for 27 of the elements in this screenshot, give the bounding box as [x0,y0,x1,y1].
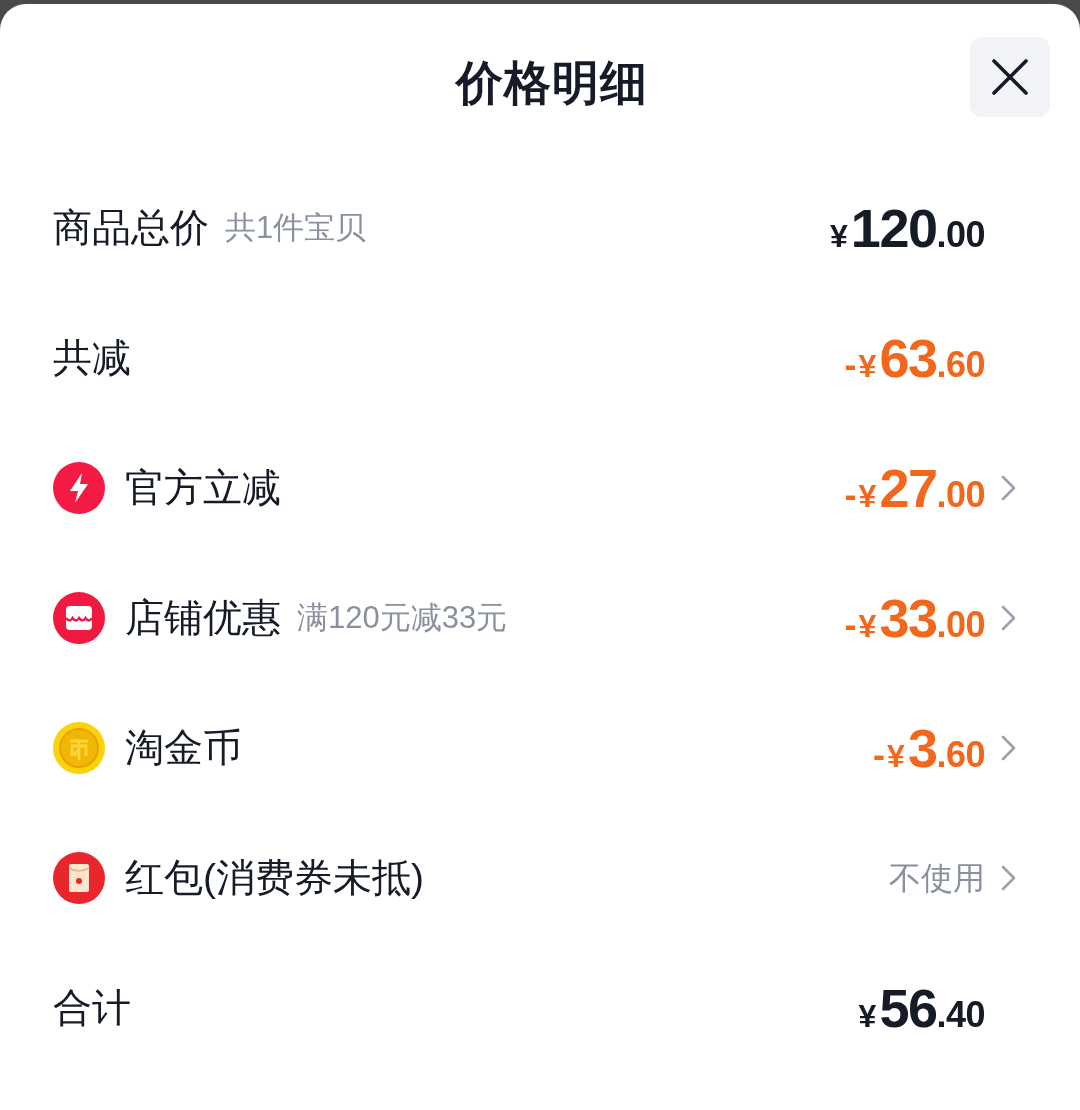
row-label: 官方立减 [125,464,281,511]
chevron-right-icon[interactable] [1001,735,1016,761]
storefront-icon [53,592,105,644]
sheet-title: 价格明细 [455,55,648,112]
close-button[interactable] [970,36,1050,117]
price-amount: ¥120.00 [830,201,985,255]
row-note: 共1件宝贝 [225,208,367,247]
price-amount: -¥33.00 [844,591,985,645]
price-amount: -¥3.60 [873,721,985,775]
row-label: 合计 [53,984,131,1031]
envelope-icon [53,852,105,904]
row-value: 不使用 [889,859,985,898]
lightning-bolt-icon [53,462,105,514]
chevron-right-icon[interactable] [1001,865,1016,891]
price-amount: -¥27.00 [844,461,985,515]
chevron-right-icon[interactable] [1001,605,1016,631]
row-label: 店铺优惠 [125,594,281,641]
coin-icon [53,722,105,774]
row-note: 满120元减33元 [297,598,508,637]
row-label: 共减 [53,334,131,381]
row-label: 商品总价 [53,204,209,251]
row-label: 红包(消费券未抵) [125,854,424,901]
row-label: 淘金币 [125,724,242,771]
close-icon [991,57,1029,96]
price-amount: ¥56.40 [858,981,985,1035]
chevron-right-icon[interactable] [1001,475,1016,501]
price-amount: -¥63.60 [844,331,985,385]
